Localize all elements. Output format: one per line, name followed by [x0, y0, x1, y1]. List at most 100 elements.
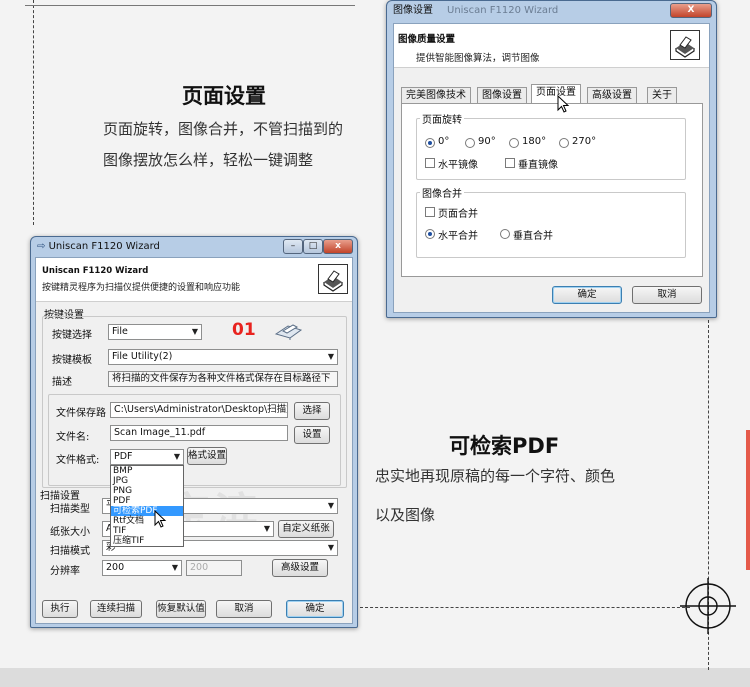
format-option-bmp[interactable]: BMP [111, 466, 183, 476]
image-settings-header-title: 图像质量设置 [398, 34, 456, 45]
page-setup-line-2: 图像摆放怎么样，轻松一键调整 [103, 151, 314, 169]
tab-page-settings[interactable]: 页面设置 [531, 84, 581, 103]
wizard-header: Uniscan F1120 Wizard 按键精灵程序为扫描仪提供便捷的设置和响… [36, 258, 352, 302]
tab-image-settings[interactable]: 图像设置 [477, 87, 527, 103]
page-merge-checkbox[interactable] [425, 207, 435, 217]
chevron-down-icon: ▼ [173, 452, 180, 461]
resolution-dropdown[interactable]: 200 ▼ [102, 560, 182, 576]
horizontal-mirror-checkbox[interactable] [425, 158, 435, 168]
page-setup-description: 页面旋转，图像合并，不管扫描到的 图像摆放怎么样，轻松一键调整 [103, 114, 343, 176]
searchable-pdf-line-2: 以及图像 [375, 506, 436, 524]
file-name-input[interactable]: Scan Image_11.pdf [110, 425, 288, 441]
tab-about[interactable]: 关于 [647, 87, 677, 103]
custom-paper-button[interactable]: 自定义纸张 [278, 520, 334, 538]
advanced-settings-button[interactable]: 高级设置 [272, 559, 328, 577]
format-option-png[interactable]: PNG [111, 486, 183, 496]
vertical-merge-label: 垂直合并 [513, 231, 553, 242]
key-select-dropdown[interactable]: File ▼ [108, 324, 202, 340]
resolution-custom-input: 200 [186, 560, 242, 576]
vertical-mirror-checkbox[interactable] [505, 158, 515, 168]
close-icon: x [335, 241, 341, 251]
image-settings-ok-button[interactable]: 确定 [552, 286, 622, 304]
page-setup-line-1: 页面旋转，图像合并，不管扫描到的 [103, 120, 344, 138]
file-name-label: 文件名: [56, 432, 90, 443]
format-option-jpg[interactable]: JPG [111, 476, 183, 486]
chevron-down-icon: ▼ [171, 563, 178, 572]
merge-group [416, 192, 686, 258]
wizard-header-title: Uniscan F1120 Wizard [42, 266, 149, 276]
resolution-label: 分辨率 [50, 566, 80, 577]
save-path-input[interactable]: C:\Users\Administrator\Desktop\扫描文件\ [110, 402, 288, 418]
file-format-value: PDF [114, 451, 133, 462]
image-settings-titlebar[interactable]: 图像设置 Uniscan F1120 Wizard X [387, 1, 716, 21]
guide-line-bottom [360, 607, 690, 608]
restore-defaults-button[interactable]: 恢复默认值 [156, 600, 206, 618]
mouse-pointer-icon [557, 95, 570, 113]
rotation-270-label: 270° [572, 136, 597, 147]
format-option-compressed-tif[interactable]: 压缩TIF [111, 536, 183, 546]
vertical-merge-radio[interactable] [500, 229, 510, 239]
key-template-label: 按键模板 [52, 355, 92, 366]
rotation-0-radio[interactable] [425, 138, 435, 148]
tab-advanced-settings[interactable]: 高级设置 [587, 87, 637, 103]
searchable-pdf-line-1: 忠实地再现原稿的每一个字符、颜色 [375, 467, 616, 485]
format-option-pdf[interactable]: PDF [111, 496, 183, 506]
rotation-180-label: 180° [522, 136, 547, 147]
file-format-label: 文件格式: [56, 455, 100, 466]
wizard-cancel-button[interactable]: 取消 [216, 600, 272, 618]
key-select-value: File [112, 326, 128, 337]
rotation-90-label: 90° [478, 136, 496, 147]
chevron-down-icon: ▼ [263, 524, 270, 533]
rotation-group-label: 页面旋转 [420, 111, 464, 126]
image-settings-title: 图像设置 [393, 5, 433, 16]
wizard-ok-button[interactable]: 确定 [286, 600, 344, 618]
format-settings-button[interactable]: 格式设置 [187, 447, 227, 465]
browse-button[interactable]: 选择 [294, 402, 330, 420]
searchable-pdf-title: 可检索PDF [449, 434, 560, 458]
page-setup-title: 页面设置 [182, 84, 266, 108]
close-button[interactable]: X [670, 3, 712, 18]
format-option-searchable-pdf[interactable]: 可检索PDF [111, 506, 183, 516]
execute-button[interactable]: 执行 [42, 600, 78, 618]
format-option-rtf[interactable]: Rtf文档 [111, 516, 183, 526]
image-settings-ghost-title: Uniscan F1120 Wizard [447, 5, 559, 16]
horizontal-merge-label: 水平合并 [438, 231, 478, 242]
key-select-label: 按键选择 [52, 330, 92, 341]
wizard-header-subtitle: 按键精灵程序为扫描仪提供便捷的设置和响应功能 [42, 283, 241, 293]
file-format-listbox[interactable]: BMP JPG PNG PDF 可检索PDF Rtf文档 TIF 压缩TIF [110, 465, 184, 547]
chevron-down-icon: ▼ [327, 543, 334, 552]
horizontal-merge-radio[interactable] [425, 229, 435, 239]
minimize-icon: – [290, 241, 296, 251]
key-template-value: File Utility(2) [112, 351, 173, 362]
wizard-titlebar[interactable]: ⇨ Uniscan F1120 Wizard – □ x [31, 237, 357, 257]
minimize-button[interactable]: – [283, 239, 303, 254]
close-icon: X [687, 5, 695, 15]
wizard-close-button[interactable]: x [323, 239, 353, 254]
rotation-90-radio[interactable] [465, 138, 475, 148]
wizard-app-icon: ⇨ [37, 241, 46, 252]
continuous-scan-button[interactable]: 连续扫描 [90, 600, 142, 618]
paper-size-label: 纸张大小 [50, 527, 90, 538]
file-format-dropdown[interactable]: PDF ▼ [110, 449, 184, 465]
scan-type-label: 扫描类型 [50, 504, 90, 515]
maximize-button[interactable]: □ [303, 239, 323, 254]
resolution-value: 200 [106, 562, 125, 573]
format-option-tif[interactable]: TIF [111, 526, 183, 536]
key-template-dropdown[interactable]: File Utility(2) ▼ [108, 349, 338, 365]
crosshair-icon [680, 578, 736, 634]
wizard-body: Uniscan F1120 Wizard 按键精灵程序为扫描仪提供便捷的设置和响… [35, 257, 353, 624]
file-name-settings-button[interactable]: 设置 [294, 426, 330, 444]
wizard-window: ⇨ Uniscan F1120 Wizard – □ x Uniscan F11… [30, 236, 358, 628]
image-settings-header-subtitle: 提供智能图像算法，调节图像 [416, 53, 540, 64]
image-settings-cancel-button[interactable]: 取消 [632, 286, 702, 304]
rotation-180-radio[interactable] [509, 138, 519, 148]
wizard-title: Uniscan F1120 Wizard [48, 241, 160, 252]
tab-strip: 完美图像技术 图像设置 页面设置 高级设置 关于 [401, 84, 703, 104]
scanner-feed-icon [274, 324, 303, 340]
rotation-270-radio[interactable] [559, 138, 569, 148]
save-path-label: 文件保存路 [56, 408, 106, 419]
tab-perfect-image[interactable]: 完美图像技术 [401, 87, 471, 103]
mouse-pointer-icon [154, 510, 167, 528]
page-settings-panel: 页面旋转 0° 90° 180° 270° 水平镜像 垂直镜像 图像合并 页面合… [401, 103, 703, 277]
description-label: 描述 [52, 377, 72, 388]
